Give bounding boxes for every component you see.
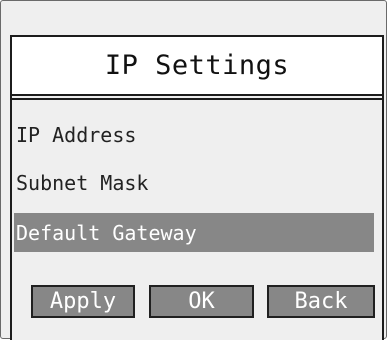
device-frame: IP Settings IP Address Subnet Mask Defau… <box>0 0 387 340</box>
menu-item-subnet-mask[interactable]: Subnet Mask <box>14 165 374 201</box>
page-title: IP Settings <box>104 50 290 81</box>
title-divider-top <box>12 94 382 96</box>
ip-settings-screen: IP Settings IP Address Subnet Mask Defau… <box>10 35 384 340</box>
title-divider-bottom <box>12 98 382 100</box>
apply-button[interactable]: Apply <box>31 285 135 318</box>
menu-item-ip-address[interactable]: IP Address <box>14 117 374 153</box>
ok-button[interactable]: OK <box>149 285 254 318</box>
title-bar: IP Settings <box>12 37 382 94</box>
back-button[interactable]: Back <box>267 285 375 318</box>
menu-item-default-gateway[interactable]: Default Gateway <box>14 213 374 252</box>
